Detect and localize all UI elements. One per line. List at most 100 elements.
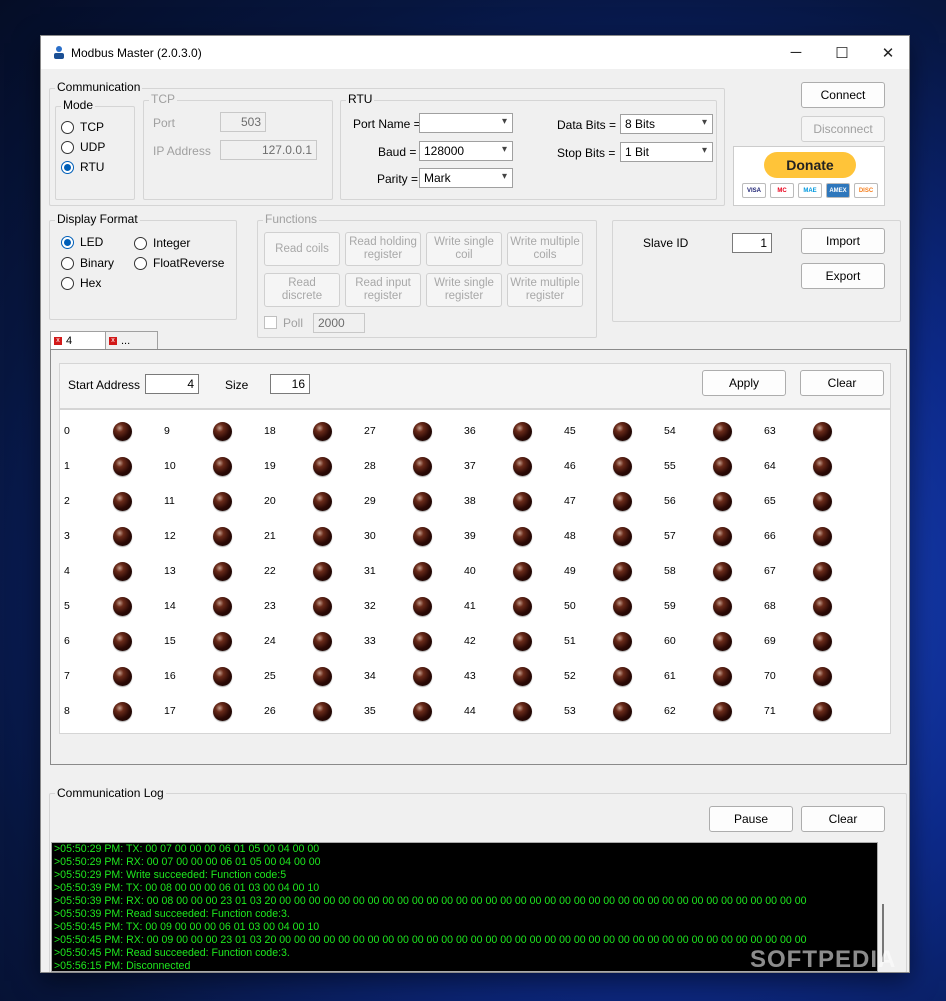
coil-led-indicator[interactable] (113, 562, 132, 581)
coil-led-indicator[interactable] (613, 457, 632, 476)
coil-led-indicator[interactable] (613, 527, 632, 546)
coil-led-indicator[interactable] (713, 422, 732, 441)
coil-led-indicator[interactable] (113, 702, 132, 721)
clear-registers-button[interactable]: Clear (800, 370, 884, 396)
coil-led-indicator[interactable] (113, 632, 132, 651)
coil-led-indicator[interactable] (513, 562, 532, 581)
stop-bits-select[interactable]: 1 Bit ▾ (620, 142, 713, 162)
coil-led-indicator[interactable] (313, 667, 332, 686)
coil-led-indicator[interactable] (313, 457, 332, 476)
disconnect-button[interactable]: Disconnect (801, 116, 885, 142)
coil-led-indicator[interactable] (313, 492, 332, 511)
coil-led-indicator[interactable] (513, 667, 532, 686)
coil-led-indicator[interactable] (613, 632, 632, 651)
coil-led-indicator[interactable] (113, 457, 132, 476)
coil-led-indicator[interactable] (713, 527, 732, 546)
format-floatreverse-radio[interactable]: FloatReverse (134, 256, 224, 270)
start-address-input[interactable]: 4 (145, 374, 199, 394)
mode-udp-radio[interactable]: UDP (61, 140, 105, 154)
connect-button[interactable]: Connect (801, 82, 885, 108)
coil-led-indicator[interactable] (813, 457, 832, 476)
read-discrete-button[interactable]: Read discrete (264, 273, 340, 307)
coil-led-indicator[interactable] (413, 457, 432, 476)
poll-interval-input[interactable]: 2000 (313, 313, 365, 333)
coil-led-indicator[interactable] (613, 702, 632, 721)
close-tab-icon[interactable]: x (54, 337, 62, 345)
coil-led-indicator[interactable] (813, 597, 832, 616)
coil-led-indicator[interactable] (713, 492, 732, 511)
baud-select[interactable]: 128000 ▾ (419, 141, 513, 161)
export-button[interactable]: Export (801, 263, 885, 289)
mode-rtu-radio[interactable]: RTU (61, 160, 104, 174)
coil-led-indicator[interactable] (113, 527, 132, 546)
coil-led-indicator[interactable] (413, 702, 432, 721)
close-tab-icon[interactable]: x (109, 337, 117, 345)
coil-led-indicator[interactable] (113, 597, 132, 616)
coil-led-indicator[interactable] (313, 422, 332, 441)
read-input-register-button[interactable]: Read input register (345, 273, 421, 307)
data-bits-select[interactable]: 8 Bits ▾ (620, 114, 713, 134)
write-multiple-register-button[interactable]: Write multiple register (507, 273, 583, 307)
coil-led-indicator[interactable] (213, 527, 232, 546)
coil-led-indicator[interactable] (213, 492, 232, 511)
coil-led-indicator[interactable] (713, 667, 732, 686)
slave-id-input[interactable]: 1 (732, 233, 772, 253)
coil-led-indicator[interactable] (413, 527, 432, 546)
coil-led-indicator[interactable] (313, 632, 332, 651)
coil-led-indicator[interactable] (813, 422, 832, 441)
parity-select[interactable]: Mark ▾ (419, 168, 513, 188)
coil-led-indicator[interactable] (113, 492, 132, 511)
coil-led-indicator[interactable] (313, 562, 332, 581)
minimize-button[interactable]: ─ (773, 36, 819, 69)
format-integer-radio[interactable]: Integer (134, 236, 190, 250)
poll-checkbox[interactable] (264, 316, 277, 329)
coil-led-indicator[interactable] (713, 597, 732, 616)
coil-led-indicator[interactable] (713, 457, 732, 476)
read-holding-register-button[interactable]: Read holding register (345, 232, 421, 266)
coil-led-indicator[interactable] (713, 632, 732, 651)
format-led-radio[interactable]: LED (61, 235, 103, 249)
ip-address-input[interactable]: 127.0.0.1 (220, 140, 317, 160)
coil-led-indicator[interactable] (813, 527, 832, 546)
coil-led-indicator[interactable] (813, 632, 832, 651)
coil-led-indicator[interactable] (813, 492, 832, 511)
coil-led-indicator[interactable] (713, 702, 732, 721)
write-single-coil-button[interactable]: Write single coil (426, 232, 502, 266)
donate-button[interactable]: Donate VISA MC MAE AMEX DISC (733, 146, 885, 206)
port-name-select[interactable]: ▾ (419, 113, 513, 133)
maximize-button[interactable]: ☐ (819, 36, 865, 69)
coil-led-indicator[interactable] (513, 492, 532, 511)
coil-led-indicator[interactable] (213, 667, 232, 686)
coil-led-indicator[interactable] (313, 527, 332, 546)
tab-more[interactable]: x... (105, 331, 158, 350)
coil-led-indicator[interactable] (413, 632, 432, 651)
coil-led-indicator[interactable] (113, 667, 132, 686)
mode-tcp-radio[interactable]: TCP (61, 120, 104, 134)
apply-button[interactable]: Apply (702, 370, 786, 396)
coil-led-indicator[interactable] (113, 422, 132, 441)
coil-led-indicator[interactable] (213, 422, 232, 441)
clear-log-button[interactable]: Clear (801, 806, 885, 832)
coil-led-indicator[interactable] (613, 422, 632, 441)
port-input[interactable]: 503 (220, 112, 266, 132)
coil-led-indicator[interactable] (313, 702, 332, 721)
coil-led-indicator[interactable] (713, 562, 732, 581)
coil-led-indicator[interactable] (613, 492, 632, 511)
coil-led-indicator[interactable] (413, 422, 432, 441)
coil-led-indicator[interactable] (813, 702, 832, 721)
coil-led-indicator[interactable] (213, 457, 232, 476)
coil-led-indicator[interactable] (513, 527, 532, 546)
coil-led-indicator[interactable] (513, 702, 532, 721)
coil-led-indicator[interactable] (613, 562, 632, 581)
coil-led-indicator[interactable] (613, 597, 632, 616)
coil-led-indicator[interactable] (613, 667, 632, 686)
write-single-register-button[interactable]: Write single register (426, 273, 502, 307)
coil-led-indicator[interactable] (313, 597, 332, 616)
pause-button[interactable]: Pause (709, 806, 793, 832)
coil-led-indicator[interactable] (513, 422, 532, 441)
coil-led-indicator[interactable] (213, 597, 232, 616)
coil-led-indicator[interactable] (413, 597, 432, 616)
import-button[interactable]: Import (801, 228, 885, 254)
coil-led-indicator[interactable] (813, 562, 832, 581)
coil-led-indicator[interactable] (413, 492, 432, 511)
